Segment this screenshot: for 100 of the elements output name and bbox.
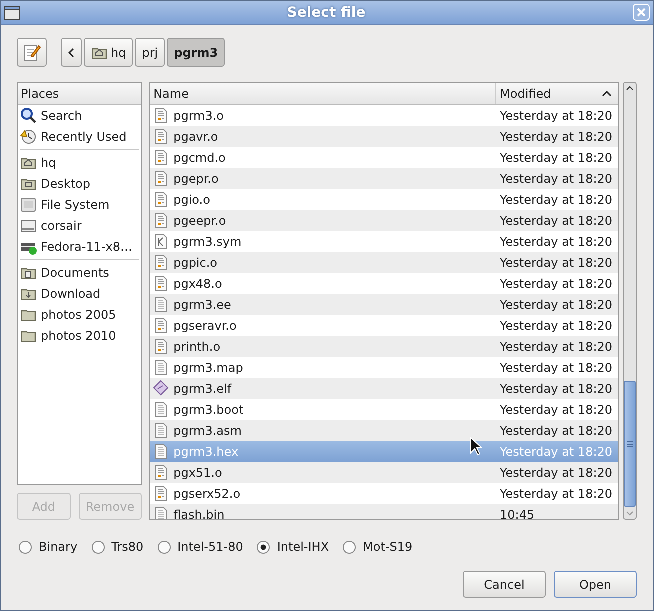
file-row[interactable]: pgavr.o Yesterday at 18:20 — [150, 126, 618, 147]
modified-time: Yesterday at 18:20 — [499, 234, 614, 248]
grip-icon — [627, 440, 633, 448]
text-file-icon — [152, 422, 169, 439]
file-row[interactable]: pgcmd.o Yesterday at 18:20 — [150, 147, 618, 168]
radio-label[interactable]: Intel-IHX — [277, 540, 330, 554]
modified-time: Yesterday at 18:20 — [499, 466, 614, 480]
modified-time: Yesterday at 18:20 — [499, 172, 614, 186]
file-row[interactable]: pgserx52.o Yesterday at 18:20 — [150, 483, 618, 504]
modified-time: Yesterday at 18:20 — [499, 130, 614, 144]
file-name: pgeepr.o — [174, 214, 226, 228]
file-row[interactable]: pgseravr.o Yesterday at 18:20 — [150, 315, 618, 336]
window-icon — [4, 6, 20, 20]
back-button[interactable] — [61, 38, 82, 67]
object-file-icon — [152, 275, 169, 292]
modified-time: Yesterday at 18:20 — [499, 256, 614, 270]
file-row[interactable]: pgrm3.asm Yesterday at 18:20 — [150, 420, 618, 441]
object-file-icon — [152, 254, 169, 271]
radio-label[interactable]: Intel-51-80 — [178, 540, 244, 554]
file-name: pgavr.o — [174, 130, 218, 144]
text-file-icon — [152, 443, 169, 460]
place-item[interactable]: photos 2010 — [41, 328, 116, 342]
place-item[interactable]: Desktop — [41, 176, 90, 190]
path-button[interactable]: prj — [135, 38, 166, 67]
place-item[interactable]: corsair — [41, 218, 82, 232]
file-name: pgrm3.map — [174, 360, 244, 374]
file-row[interactable]: pgrm3.boot Yesterday at 18:20 — [150, 399, 618, 420]
file-row[interactable]: pgrm3.elf Yesterday at 18:20 — [150, 378, 618, 399]
object-file-icon — [152, 128, 169, 145]
modified-time: 10:45 — [499, 508, 536, 519]
radio-label[interactable]: Trs80 — [112, 540, 144, 554]
radio-label[interactable]: Binary — [39, 540, 78, 554]
edit-icon — [23, 43, 41, 62]
scrollbar[interactable] — [623, 82, 637, 520]
search-icon — [20, 107, 37, 124]
column-header[interactable]: Modified — [500, 86, 552, 100]
object-file-icon — [152, 107, 169, 124]
modified-time: Yesterday at 18:20 — [499, 276, 614, 290]
radio-label[interactable]: Mot-S19 — [363, 540, 413, 554]
file-row[interactable]: pgpic.o Yesterday at 18:20 — [150, 252, 618, 273]
object-file-icon — [152, 170, 169, 187]
modified-time: Yesterday at 18:20 — [499, 424, 614, 438]
column-header[interactable]: Name — [150, 83, 495, 104]
window-title: Select file — [286, 4, 367, 20]
file-row[interactable]: flash.bin 10:45 — [150, 504, 618, 519]
file-name: pgrm3.sym — [174, 234, 242, 248]
recent-icon — [20, 128, 37, 145]
file-row[interactable]: pgrm3.map Yesterday at 18:20 — [150, 357, 618, 378]
file-name: pgrm3.boot — [174, 402, 244, 416]
file-row[interactable]: pgrm3.ee Yesterday at 18:20 — [150, 294, 618, 315]
edit-location-button[interactable] — [17, 38, 47, 67]
file-row[interactable]: pgeepr.o Yesterday at 18:20 — [150, 210, 618, 231]
object-file-icon — [152, 338, 169, 355]
file-row[interactable]: pgrm3.o Yesterday at 18:20 — [150, 105, 618, 126]
file-row[interactable]: pgio.o Yesterday at 18:20 — [150, 189, 618, 210]
symbol-file-icon — [152, 233, 169, 250]
place-item[interactable]: Search — [41, 108, 82, 122]
chevron-left-icon — [68, 48, 75, 58]
file-row[interactable]: pgx48.o Yesterday at 18:20 — [150, 273, 618, 294]
file-row[interactable]: pgx51.o Yesterday at 18:20 — [150, 462, 618, 483]
drive-icon — [20, 217, 37, 234]
file-name: pgrm3.o — [174, 108, 224, 122]
path-button[interactable]: pgrm3 — [167, 38, 226, 67]
modified-time: Yesterday at 18:20 — [499, 402, 614, 416]
file-row[interactable]: pgepr.o Yesterday at 18:20 — [150, 168, 618, 189]
place-item[interactable]: photos 2005 — [41, 308, 116, 322]
file-name: pgio.o — [174, 192, 210, 206]
modified-time: Yesterday at 18:20 — [499, 382, 614, 396]
modified-time: Yesterday at 18:20 — [499, 108, 614, 122]
radio-button[interactable] — [257, 540, 270, 554]
place-item[interactable]: Documents — [41, 266, 110, 280]
object-file-icon — [152, 149, 169, 166]
object-file-icon — [152, 191, 169, 208]
path-button[interactable]: hq — [84, 38, 134, 67]
file-name: pgserx52.o — [174, 486, 241, 500]
radio-button[interactable] — [343, 540, 356, 554]
diamond-icon — [152, 380, 169, 397]
object-file-icon — [152, 464, 169, 481]
file-row[interactable]: pgrm3.sym Yesterday at 18:20 — [150, 231, 618, 252]
modified-time: Yesterday at 18:20 — [499, 298, 614, 312]
radio-button[interactable] — [92, 540, 105, 554]
text-file-icon — [152, 359, 169, 376]
open-button[interactable]: Open — [554, 571, 637, 598]
close-icon[interactable] — [633, 4, 650, 21]
place-item[interactable]: File System — [41, 198, 110, 212]
file-name: pgepr.o — [174, 172, 219, 186]
cancel-button[interactable]: Cancel — [463, 571, 546, 598]
place-item[interactable]: Fedora-11-x8… — [41, 240, 133, 254]
radio-button[interactable] — [158, 540, 171, 554]
radio-button[interactable] — [19, 540, 32, 554]
place-item[interactable]: hq — [41, 156, 56, 170]
file-name: pgrm3.asm — [174, 424, 242, 438]
place-item[interactable]: Download — [41, 286, 101, 300]
modified-time: Yesterday at 18:20 — [499, 360, 614, 374]
place-item[interactable]: Recently Used — [41, 130, 127, 144]
modified-time: Yesterday at 18:20 — [499, 486, 614, 500]
file-row[interactable]: printh.o Yesterday at 18:20 — [150, 336, 618, 357]
modified-time: Yesterday at 18:20 — [499, 444, 614, 458]
file-name: flash.bin — [174, 508, 225, 519]
file-name: pgrm3.hex — [174, 444, 239, 458]
